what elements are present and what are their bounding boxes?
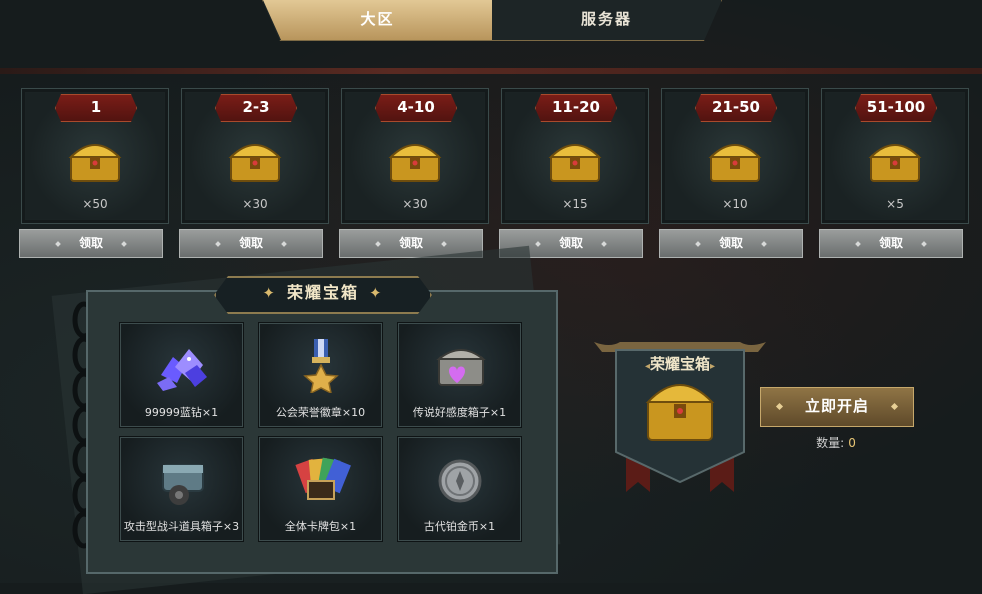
reward-count: ×50 [82,197,108,211]
rank-range-tag: 2-3 [215,94,297,122]
item-label: 攻击型战斗道具箱子×3 [123,520,240,533]
open-now-label: 立即开启 [804,397,869,415]
open-now-button[interactable]: 立即开启 [760,387,914,427]
diamond-dot-icon [601,241,607,247]
item-label: 传说好感度箱子×1 [412,406,507,419]
reward-item[interactable]: 攻击型战斗道具箱子×3 [119,436,244,542]
rank-reward-card: 2-3 ×30 [181,88,329,224]
rank-range-tag: 1 [55,94,137,122]
claim-label: 领取 [878,236,903,250]
medal-icon [303,339,339,393]
diamond-dot-icon [855,241,861,247]
gold-chest-icon [548,144,602,182]
diamond-dot-icon [281,241,287,247]
spark-icon: ✦ [369,284,384,302]
item-label: 全体卡牌包×1 [284,520,357,533]
platinum-coin-icon [438,459,482,503]
heart-chest-icon [436,349,486,386]
diamond-dot-icon [121,241,127,247]
item-label: 99999蓝钻×1 [144,406,219,419]
rank-reward-card: 4-10 ×30 [341,88,489,224]
chest-icon [645,384,715,441]
diamond-dot-icon [921,241,927,247]
glory-box-title-text: 荣耀宝箱 [286,283,359,302]
reward-count: ×30 [242,197,268,211]
gold-chest-icon [388,144,442,182]
claim-label: 领取 [78,236,103,250]
diamond-dot-icon [695,241,701,247]
tab-server[interactable]: 服务器 [492,0,721,40]
spark-icon: ✦ [262,284,277,302]
reward-item[interactable]: 全体卡牌包×1 [258,436,383,542]
diamond-dot-icon [55,241,61,247]
diamond-dot-icon [215,241,221,247]
diamond-dot-icon [775,402,784,411]
arrow-right-icon: ▸ [710,361,716,372]
reward-item[interactable]: 传说好感度箱子×1 [397,322,522,428]
quantity-value: 0 [848,436,856,450]
diamond-dot-icon [761,241,767,247]
item-label: 古代铂金币×1 [423,520,496,533]
claim-button[interactable]: 领取 [819,229,963,258]
diamond-dot-icon [535,241,541,247]
glory-box-title: ✦ 荣耀宝箱 ✦ [214,276,432,314]
claim-label: 领取 [238,236,263,250]
rank-reward-card: 11-20 ×15 [501,88,649,224]
tab-region[interactable]: 大区 [263,0,492,40]
reward-count: ×15 [562,197,588,211]
rank-range-tag: 4-10 [375,94,457,122]
gold-chest-icon [868,144,922,182]
claim-label: 领取 [398,236,423,250]
rank-reward-card: 1 ×50 [21,88,169,224]
gold-chest-icon [228,144,282,182]
quantity: 数量: 0 [760,434,912,451]
claim-button[interactable]: 领取 [19,229,163,258]
gold-chest-icon [708,144,762,182]
battle-item-chest-icon [162,464,204,505]
diamond-dot-icon [375,241,381,247]
quantity-label: 数量: [816,436,845,450]
item-label: 公会荣誉徽章×10 [275,406,366,419]
divider-strip [0,68,982,74]
reward-item[interactable]: 公会荣誉徽章×10 [258,322,383,428]
reward-item[interactable]: 99999蓝钻×1 [119,322,244,428]
gold-chest-icon [68,144,122,182]
claim-label: 领取 [558,236,583,250]
rank-range-tag: 21-50 [695,94,777,122]
reward-count: ×5 [886,197,904,211]
blue-diamond-icon [157,349,207,391]
banner-title: ◂荣耀宝箱▸ [627,352,733,376]
rank-reward-card: 21-50 ×10 [661,88,809,224]
reward-count: ×10 [722,197,748,211]
rank-range-tag: 11-20 [535,94,617,122]
reward-item[interactable]: 古代铂金币×1 [397,436,522,542]
banner-title-text: 荣耀宝箱 [649,355,710,373]
diamond-dot-icon [441,241,447,247]
claim-label: 领取 [718,236,743,250]
tab-bar: 大区 服务器 [262,0,722,41]
rank-reward-card: 51-100 ×5 [821,88,969,224]
card-pack-icon [295,457,351,500]
reward-count: ×30 [402,197,428,211]
claim-button[interactable]: 领取 [659,229,803,258]
diamond-dot-icon [890,402,899,411]
rank-range-tag: 51-100 [855,94,937,122]
claim-button[interactable]: 领取 [179,229,323,258]
